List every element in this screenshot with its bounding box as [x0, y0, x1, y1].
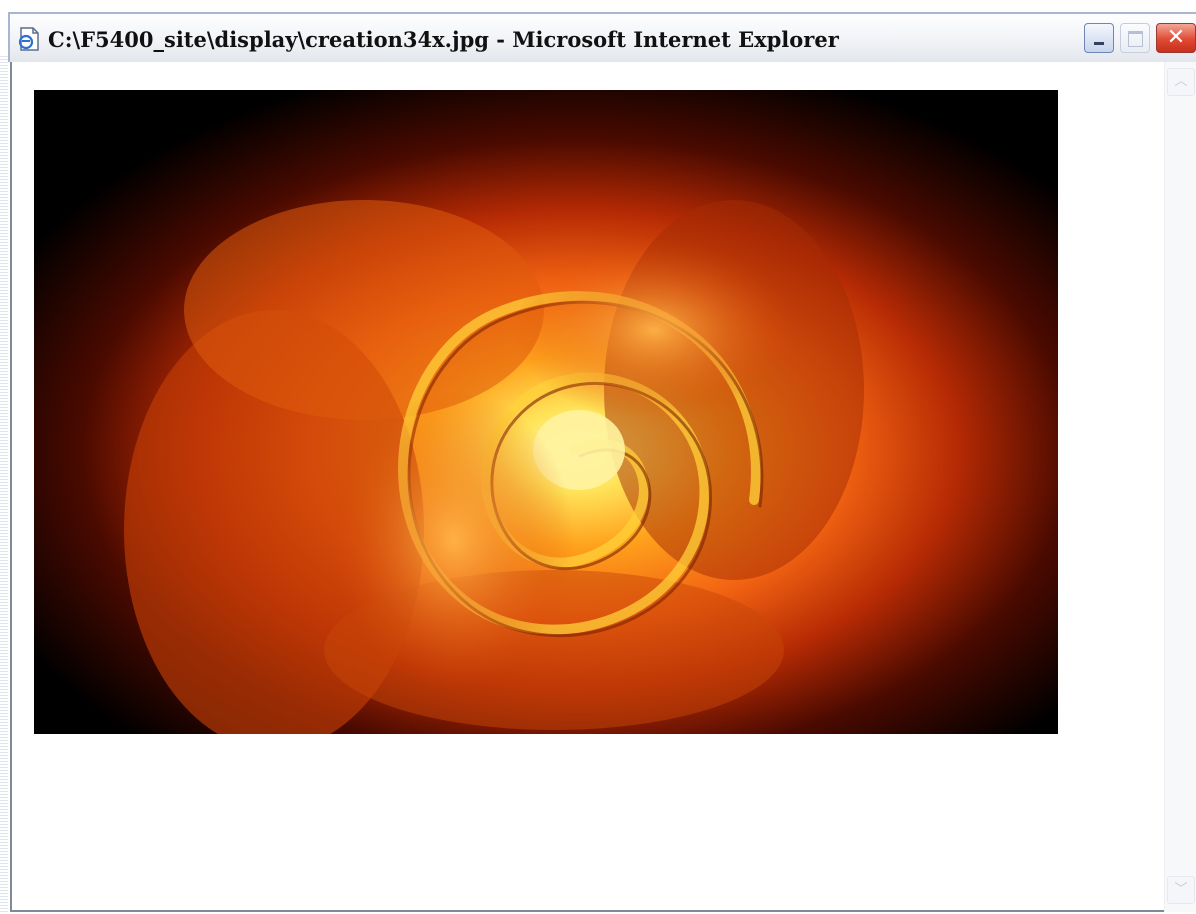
chevron-down-icon: ﹀ — [1174, 882, 1188, 897]
ie-page-icon — [18, 27, 39, 51]
close-button[interactable]: ✕ — [1156, 23, 1196, 53]
page-content — [10, 62, 1164, 912]
vertical-scrollbar[interactable]: ︿ ﹀ — [1164, 62, 1196, 912]
maximize-button[interactable] — [1120, 23, 1150, 53]
scroll-up-button[interactable]: ︿ — [1167, 68, 1195, 96]
chevron-up-icon: ︿ — [1174, 74, 1188, 89]
title-bar[interactable]: C:\F5400_site\display\creation34x.jpg - … — [8, 12, 1196, 62]
browser-window: C:\F5400_site\display\creation34x.jpg - … — [0, 0, 1196, 914]
rose-photo — [34, 90, 1058, 734]
scroll-down-button[interactable]: ﹀ — [1167, 876, 1195, 904]
minimize-button[interactable] — [1084, 23, 1114, 53]
window-left-edge — [0, 56, 8, 914]
window-title: C:\F5400_site\display\creation34x.jpg - … — [48, 27, 839, 52]
close-icon: ✕ — [1166, 25, 1186, 50]
